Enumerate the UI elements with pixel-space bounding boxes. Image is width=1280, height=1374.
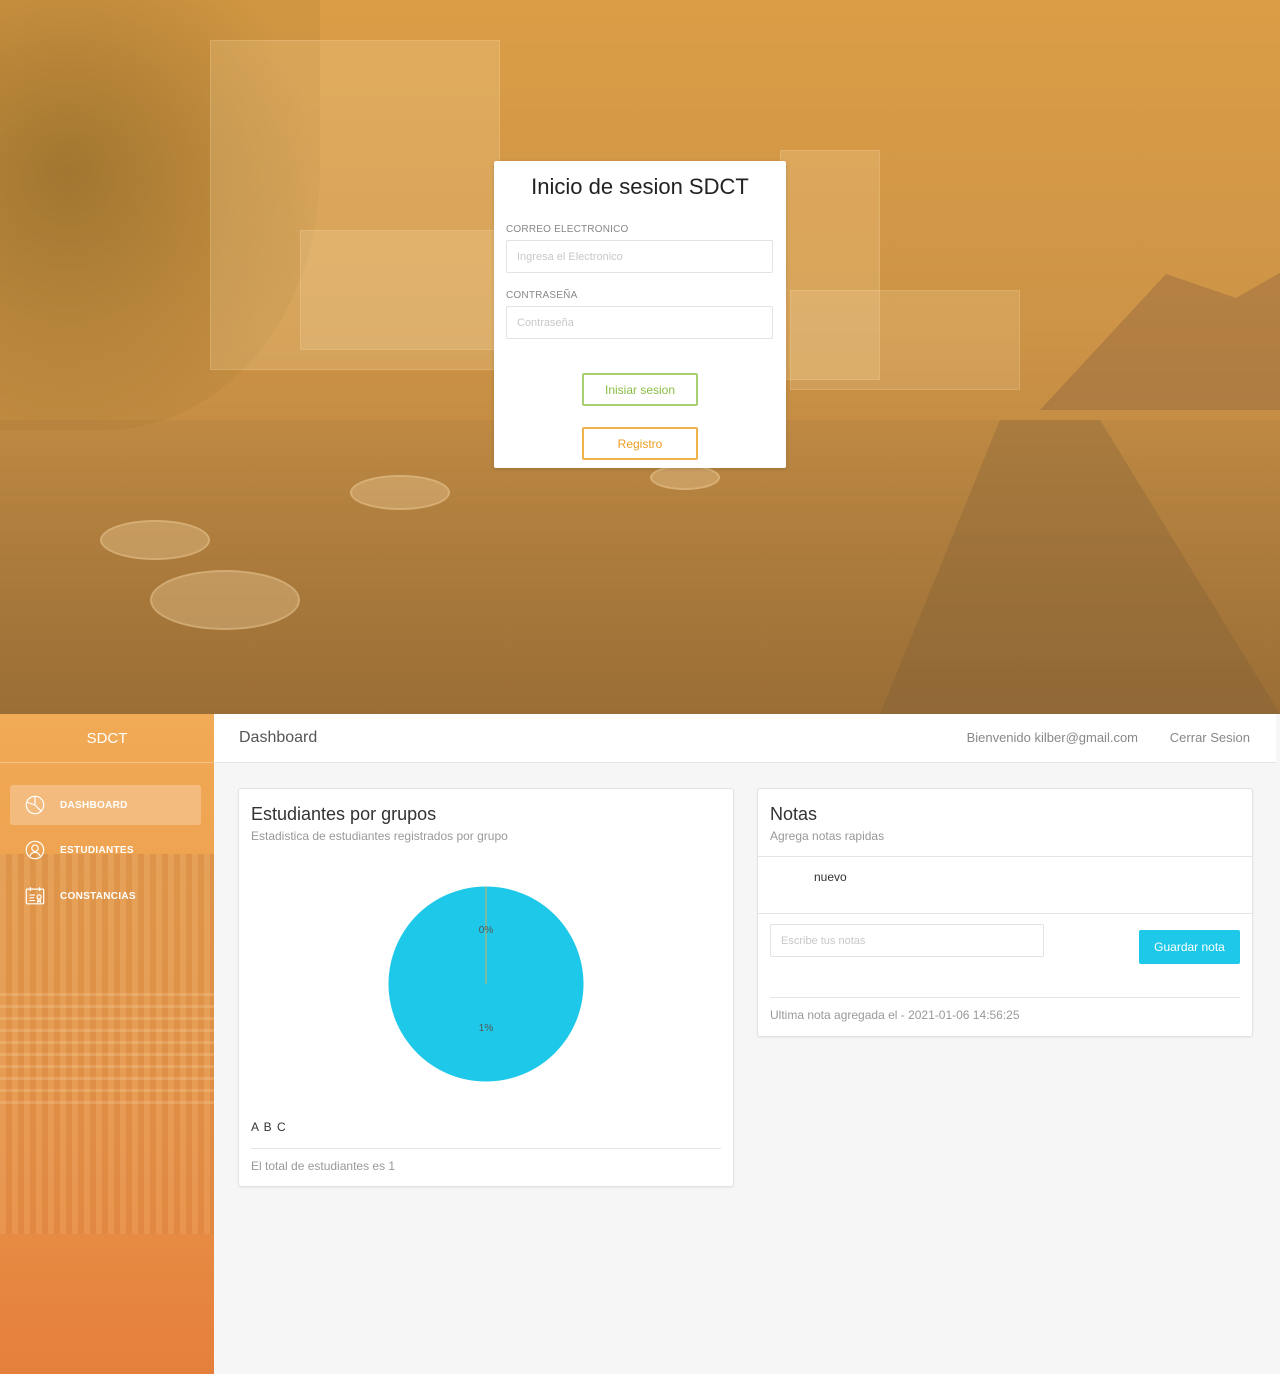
user-group-icon <box>23 838 47 862</box>
pie-label: 0% <box>479 925 494 936</box>
notes-input[interactable] <box>770 924 1044 957</box>
pie-chart-svg: 0% 1% <box>388 886 584 1082</box>
pie-chart-icon <box>23 793 47 817</box>
total-students-text: El total de estudiantes es 1 <box>251 1159 396 1173</box>
background-planter <box>100 520 210 560</box>
sidebar-item-label: DASHBOARD <box>60 799 128 811</box>
card-title: Notas <box>770 804 818 824</box>
card-title: Estudiantes por grupos <box>251 804 437 824</box>
login-card: Inicio de sesion SDCT CORREO ELECTRONICO… <box>494 161 786 468</box>
groups-card: Estudiantes por grupos Estadistica de es… <box>238 788 734 1187</box>
divider <box>251 1148 721 1149</box>
save-note-button[interactable]: Guardar nota <box>1139 930 1240 964</box>
login-page: Inicio de sesion SDCT CORREO ELECTRONICO… <box>0 0 1280 714</box>
sidebar-item-estudiantes[interactable]: ESTUDIANTES <box>10 830 201 870</box>
last-note-text: Ultima nota agregada el - 2021-01-06 14:… <box>770 1008 1020 1022</box>
chart-legend: A B C <box>251 1120 287 1134</box>
login-title: Inicio de sesion SDCT <box>531 174 749 199</box>
register-button[interactable]: Registro <box>582 427 698 460</box>
background-planter <box>150 570 300 630</box>
dashboard-page: SDCT DASHBOARD ESTUDIANTES CONSTANCIAS D… <box>0 714 1280 1374</box>
email-input[interactable] <box>506 240 773 273</box>
background-building <box>790 290 1020 390</box>
pie-chart: 0% 1% <box>387 885 585 1083</box>
background-building <box>300 230 520 350</box>
welcome-text: Bienvenido kilber@gmail.com <box>966 730 1138 745</box>
divider <box>758 913 1252 914</box>
background-mountain <box>1040 250 1280 410</box>
divider <box>758 856 1252 857</box>
background-planter <box>650 465 720 490</box>
sidebar-item-dashboard[interactable]: DASHBOARD <box>10 785 201 825</box>
note-item: nuevo <box>814 870 847 884</box>
sidebar-brand[interactable]: SDCT <box>0 714 214 763</box>
login-button[interactable]: Inisiar sesion <box>582 373 698 406</box>
top-bar: Dashboard Bienvenido kilber@gmail.com Ce… <box>214 714 1276 763</box>
pie-label: 1% <box>479 1023 494 1034</box>
card-subtitle: Estadistica de estudiantes registrados p… <box>251 829 508 843</box>
notes-card: Notas Agrega notas rapidas nuevo Guardar… <box>757 788 1253 1037</box>
sidebar-item-label: CONSTANCIAS <box>60 890 136 902</box>
logout-link[interactable]: Cerrar Sesion <box>1170 730 1250 745</box>
sidebar-item-constancias[interactable]: CONSTANCIAS <box>10 876 201 916</box>
page-title: Dashboard <box>239 729 318 746</box>
sidebar: SDCT DASHBOARD ESTUDIANTES CONSTANCIAS <box>0 714 214 1374</box>
background-planter <box>350 475 450 510</box>
divider <box>770 997 1240 998</box>
card-subtitle: Agrega notas rapidas <box>770 829 885 843</box>
password-input[interactable] <box>506 306 773 339</box>
sidebar-item-label: ESTUDIANTES <box>60 844 134 856</box>
password-label: CONTRASEÑA <box>506 290 578 301</box>
certificate-icon <box>23 884 47 908</box>
email-label: CORREO ELECTRONICO <box>506 224 629 235</box>
